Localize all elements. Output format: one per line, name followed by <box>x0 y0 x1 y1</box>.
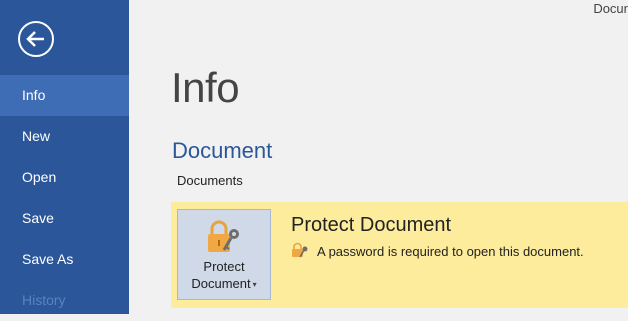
document-location[interactable]: Documents <box>177 173 243 188</box>
back-button[interactable] <box>17 20 55 58</box>
document-name: Docur <box>593 1 628 16</box>
nav-item-info[interactable]: Info <box>0 75 129 116</box>
back-arrow-icon <box>18 21 54 57</box>
protect-document-panel: Protect Document ▾ Protect Document A pas… <box>171 202 628 308</box>
protect-button-label: Protect Document ▾ <box>178 258 270 293</box>
backstage-sidebar: Info New Open Save Save As History <box>0 0 129 314</box>
nav-item-open[interactable]: Open <box>0 157 129 198</box>
protect-description: A password is required to open this docu… <box>317 244 584 259</box>
protect-button-line2: Document <box>191 276 251 291</box>
protect-description-row: A password is required to open this docu… <box>291 242 584 261</box>
section-title: Document <box>172 138 273 163</box>
page-title: Info <box>171 64 240 111</box>
nav-item-save-as[interactable]: Save As <box>0 239 129 280</box>
protect-button-line1: Protect <box>203 259 245 274</box>
nav-item-save[interactable]: Save <box>0 198 129 239</box>
dropdown-caret-icon: ▾ <box>252 280 257 290</box>
nav-item-history: History <box>22 292 66 308</box>
protect-document-button[interactable]: Protect Document ▾ <box>177 209 271 300</box>
lock-key-icon <box>206 220 244 261</box>
nav-item-new[interactable]: New <box>0 116 129 157</box>
small-lock-key-icon <box>291 242 309 261</box>
protect-heading: Protect Document <box>291 214 452 236</box>
main-content: Docur Info Document Documents Protect Do… <box>129 0 628 314</box>
